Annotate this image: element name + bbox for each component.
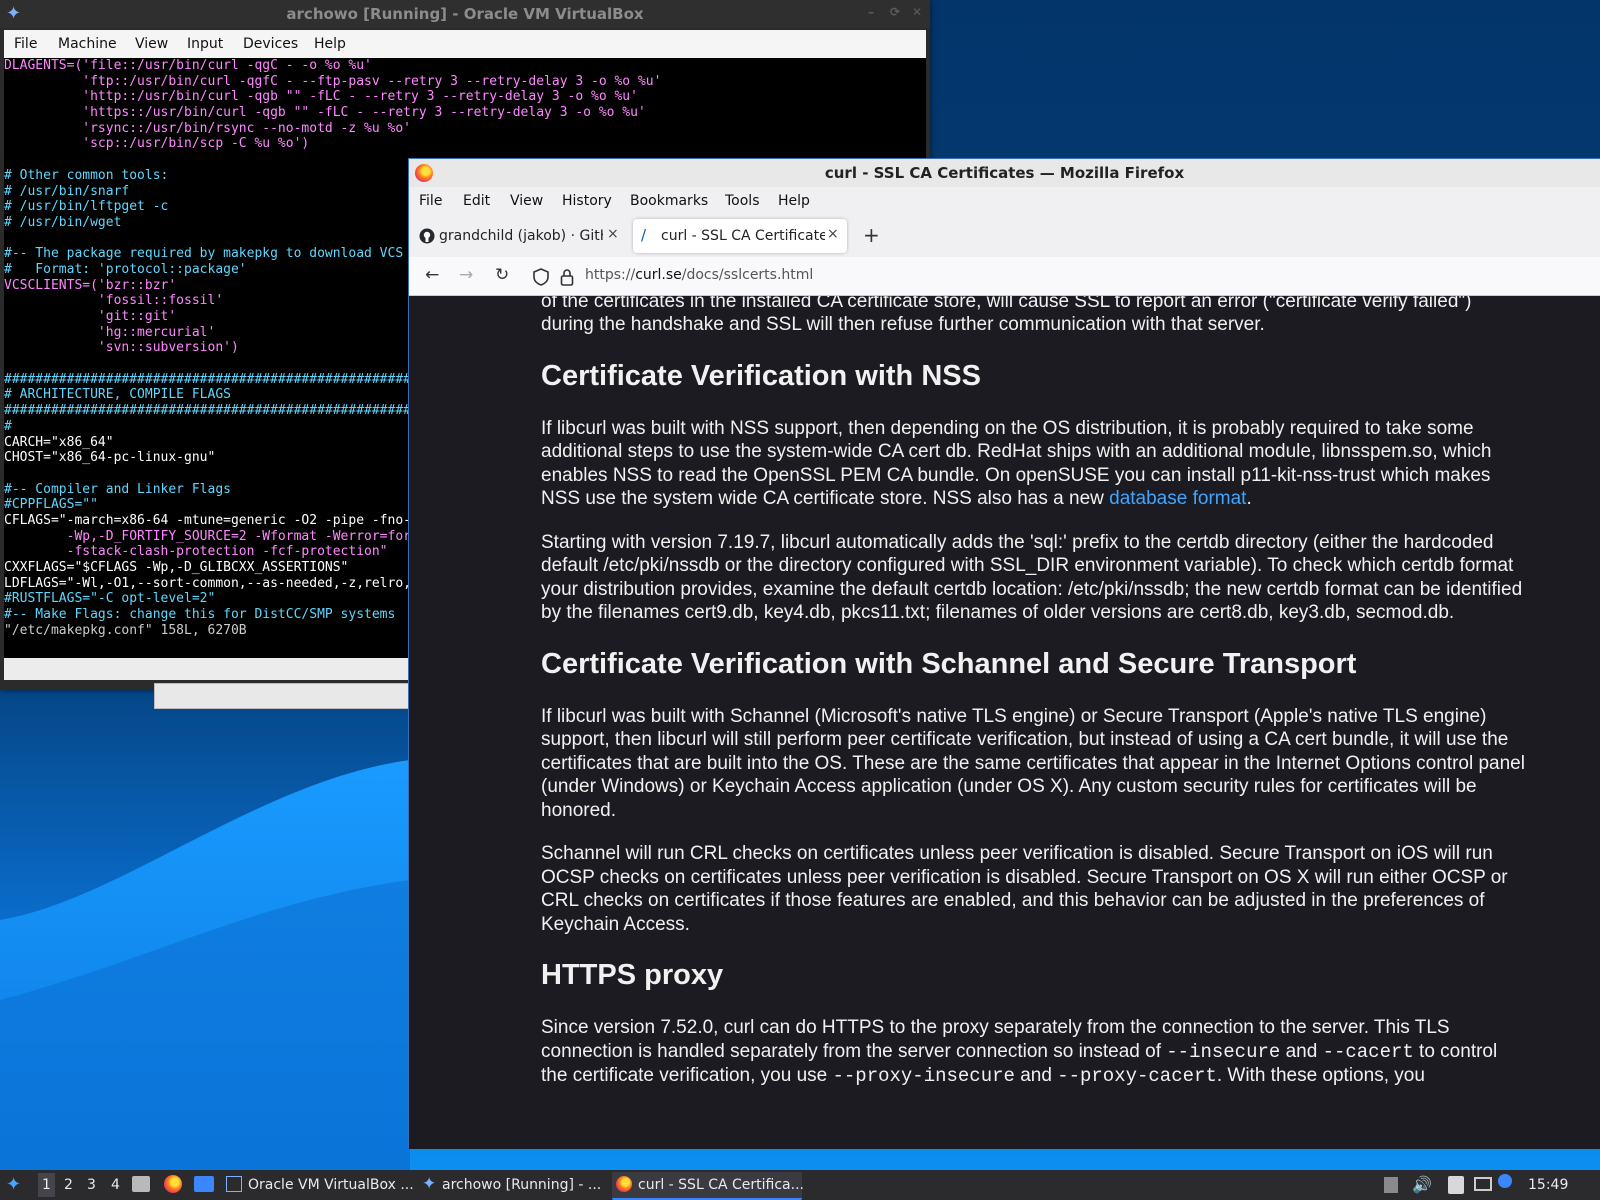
update-notification-icon[interactable] <box>1498 1174 1512 1188</box>
close-icon[interactable]: ✕ <box>912 5 922 19</box>
workspace-3[interactable]: 3 <box>87 1177 96 1193</box>
ff-menu-history[interactable]: History <box>562 193 612 209</box>
vbox-menu-input[interactable]: Input <box>187 36 223 52</box>
terminal-line: 'scp::/usr/bin/scp -C %u %o') <box>4 136 310 152</box>
new-tab-button[interactable]: + <box>863 223 880 247</box>
paragraph-proxy: Since version 7.52.0, curl can do HTTPS … <box>541 1016 1526 1089</box>
paragraph-text: . With these options, you <box>1216 1065 1425 1086</box>
terminal-line: 'ftp::/usr/bin/curl -qgfC - --ftp-pasv -… <box>4 73 662 89</box>
code-proxy-insecure: --proxy-insecure <box>832 1065 1015 1087</box>
tab-curl-ssl[interactable]: / curl - SSL CA Certificates × <box>633 219 847 253</box>
show-desktop-icon[interactable] <box>194 1176 214 1192</box>
curl-favicon-icon: / <box>641 226 647 244</box>
start-menu-icon[interactable]: ✦ <box>6 1174 21 1195</box>
virtualbox-icon <box>226 1176 242 1192</box>
url-host: curl.se <box>635 267 682 283</box>
tab-github[interactable]: grandchild (jakob) · GitHub × <box>415 219 625 253</box>
navigation-bar: ← → ↻ https://curl.se/docs/sslcerts.html <box>409 257 1600 296</box>
heading-schannel: Certificate Verification with Schannel a… <box>541 647 1357 680</box>
tab-close-icon[interactable]: × <box>607 226 619 242</box>
firefox-launcher-icon[interactable] <box>164 1175 182 1193</box>
heading-https-proxy: HTTPS proxy <box>541 959 724 991</box>
terminal-line: 'rsync::/usr/bin/rsync --no-motd -z %u %… <box>4 120 411 136</box>
vbox-hidden-panel <box>154 683 412 709</box>
paragraph-schannel-1: If libcurl was built with Schannel (Micr… <box>541 705 1525 821</box>
minimize-icon[interactable]: – <box>868 5 874 19</box>
vbox-menu-devices[interactable]: Devices <box>243 36 298 52</box>
task-archowo-vm[interactable]: ✦ archowo [Running] - ... <box>418 1172 608 1198</box>
maximize-icon[interactable]: ⟳ <box>890 5 900 19</box>
firefox-menubar: File Edit View History Bookmarks Tools H… <box>409 187 1600 215</box>
code-insecure: --insecure <box>1166 1040 1281 1063</box>
paragraph-neglecting: Neglecting to use one of the above metho… <box>541 296 1472 335</box>
vbox-menu-help[interactable]: Help <box>314 36 346 52</box>
code-proxy-cacert: --proxy-cacert <box>1057 1065 1217 1087</box>
ff-menu-bookmarks[interactable]: Bookmarks <box>630 193 708 209</box>
terminal-line: DLAGENTS=('file::/usr/bin/curl -qgC - -o… <box>4 58 372 73</box>
display-icon[interactable] <box>1474 1177 1492 1191</box>
back-icon[interactable]: ← <box>425 265 439 285</box>
paragraph-text: . <box>1246 488 1252 509</box>
task-label: curl - SSL CA Certifica... <box>638 1177 804 1193</box>
vbox-titlebar[interactable]: ✦ archowo [Running] - Oracle VM VirtualB… <box>0 0 930 28</box>
taskbar: ✦ 1 2 3 4 Oracle VM VirtualBox ... ✦ arc… <box>0 1170 1600 1200</box>
volume-icon[interactable]: 🔊 <box>1412 1175 1432 1194</box>
lock-icon[interactable] <box>560 268 574 286</box>
paragraph-nss-1: If libcurl was built with NSS support, t… <box>541 417 1526 511</box>
task-firefox-curl[interactable]: curl - SSL CA Certifica... <box>612 1172 804 1200</box>
vbox-window-title: archowo [Running] - Oracle VM VirtualBox <box>286 5 644 23</box>
tray-clipboard-icon[interactable] <box>1384 1177 1398 1193</box>
forward-icon[interactable]: → <box>459 265 473 285</box>
file-manager-icon[interactable] <box>132 1176 150 1192</box>
firefox-titlebar[interactable]: curl - SSL CA Certificates — Mozilla Fir… <box>409 159 1600 187</box>
url-scheme: https:// <box>585 267 636 283</box>
firefox-window-title: curl - SSL CA Certificates — Mozilla Fir… <box>824 164 1185 182</box>
article-column: Neglecting to use one of the above metho… <box>541 296 1526 1109</box>
virtualbox-icon: ✦ <box>422 1174 437 1194</box>
task-virtualbox-manager[interactable]: Oracle VM VirtualBox ... <box>222 1172 414 1198</box>
shield-icon[interactable] <box>533 268 549 286</box>
paragraph-text: and <box>1014 1065 1058 1086</box>
clock[interactable]: 15:49 <box>1528 1177 1568 1193</box>
workspace-1[interactable]: 1 <box>38 1173 55 1197</box>
vbox-menu-machine[interactable]: Machine <box>58 36 117 52</box>
workspace-4[interactable]: 4 <box>111 1177 120 1193</box>
paragraph-schannel-2: Schannel will run CRL checks on certific… <box>541 843 1508 935</box>
vbox-menubar: File Machine View Input Devices Help <box>4 30 926 58</box>
page-content[interactable]: Neglecting to use one of the above metho… <box>409 296 1600 1149</box>
tab-github-label: grandchild (jakob) · GitHub <box>439 228 603 244</box>
vbox-menu-view[interactable]: View <box>135 36 168 52</box>
ff-menu-view[interactable]: View <box>510 193 543 209</box>
database-format-link[interactable]: database format <box>1109 488 1246 509</box>
paragraph-nss-2: Starting with version 7.19.7, libcurl au… <box>541 531 1523 624</box>
tab-curl-label: curl - SSL CA Certificates <box>661 228 825 244</box>
ff-menu-tools[interactable]: Tools <box>725 193 760 209</box>
heading-nss: Certificate Verification with NSS <box>541 359 981 392</box>
workspace-2[interactable]: 2 <box>64 1177 73 1193</box>
url-path: /docs/sslcerts.html <box>681 267 814 283</box>
ff-menu-help[interactable]: Help <box>778 193 810 209</box>
vbox-menu-file[interactable]: File <box>14 36 37 52</box>
github-icon <box>419 228 435 244</box>
ff-menu-file[interactable]: File <box>419 193 442 209</box>
code-cacert: --cacert <box>1322 1040 1414 1063</box>
paragraph-text: and <box>1280 1040 1323 1062</box>
terminal-line: 'https::/usr/bin/curl -qgb "" -fLC - --r… <box>4 105 646 121</box>
notes-icon[interactable] <box>1448 1176 1464 1194</box>
firefox-window[interactable]: curl - SSL CA Certificates — Mozilla Fir… <box>408 158 1600 1149</box>
task-label: Oracle VM VirtualBox ... <box>248 1177 414 1193</box>
terminal-line: 'http::/usr/bin/curl -qgb "" -fLC - --re… <box>4 89 638 105</box>
url-bar[interactable]: https://curl.se/docs/sslcerts.html <box>585 267 813 283</box>
tab-close-icon[interactable]: × <box>827 226 839 242</box>
ff-menu-edit[interactable]: Edit <box>463 193 490 209</box>
task-label: archowo [Running] - ... <box>442 1177 602 1193</box>
reload-icon[interactable]: ↻ <box>495 265 509 285</box>
paragraph-text: If libcurl was built with NSS support, t… <box>541 417 1492 510</box>
tab-strip: grandchild (jakob) · GitHub × / curl - S… <box>409 215 1600 257</box>
firefox-icon <box>616 1176 632 1192</box>
